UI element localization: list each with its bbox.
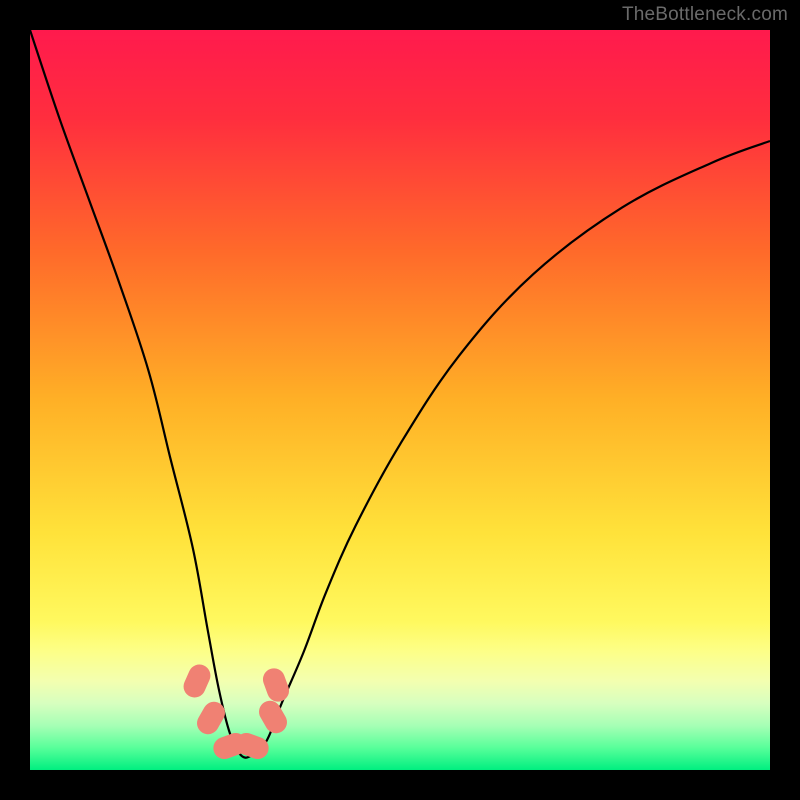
curve-path — [30, 30, 770, 758]
chart-frame: TheBottleneck.com — [0, 0, 800, 800]
plot-area — [30, 30, 770, 770]
watermark-text: TheBottleneck.com — [622, 4, 788, 26]
bottleneck-curve — [30, 30, 770, 770]
